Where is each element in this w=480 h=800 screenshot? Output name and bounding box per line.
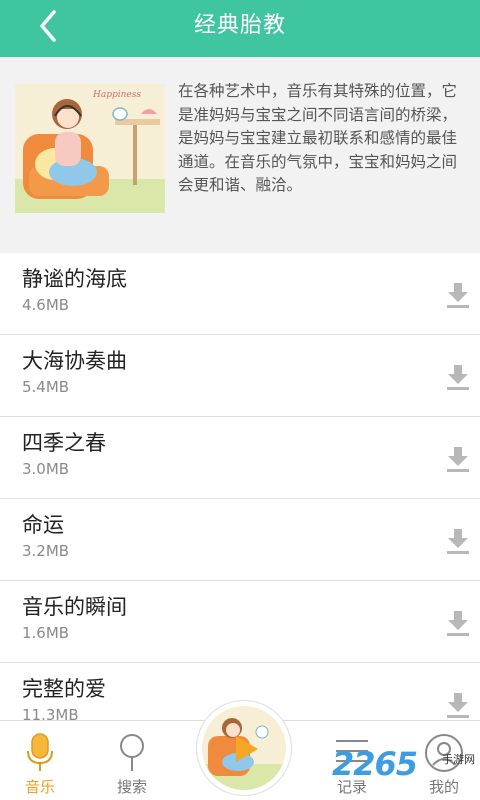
song-title: 大海协奏曲	[22, 349, 127, 373]
song-title: 静谧的海底	[22, 267, 127, 291]
song-list: 静谧的海底 4.6MB 大海协奏曲 5.4MB 四季之春 3.0MB 命运 3.…	[0, 253, 480, 720]
tab-search[interactable]: 搜索	[92, 721, 172, 800]
download-button[interactable]	[447, 283, 469, 309]
tab-label: 记录	[336, 778, 367, 796]
download-icon	[447, 283, 469, 308]
download-button[interactable]	[447, 693, 469, 719]
intro-section: Happiness 在各种艺术中，音乐有其特殊的位置，它是准妈妈与宝宝之间不同语…	[0, 57, 480, 253]
song-title: 四季之春	[22, 431, 106, 455]
search-icon	[120, 734, 144, 771]
download-icon	[447, 529, 469, 554]
play-icon	[236, 736, 258, 762]
list-item[interactable]: 命运 3.2MB	[0, 499, 480, 581]
page-title: 经典胎教	[193, 13, 286, 38]
user-icon	[425, 734, 463, 772]
microphone-icon	[27, 733, 53, 771]
tab-music[interactable]: 音乐	[0, 721, 80, 800]
tab-label: 音乐	[24, 778, 55, 796]
tab-profile[interactable]: 我的	[404, 721, 480, 800]
tab-label: 我的	[428, 778, 459, 796]
song-size: 1.6MB	[22, 624, 70, 642]
download-button[interactable]	[447, 447, 469, 473]
song-title: 音乐的瞬间	[22, 595, 127, 619]
intro-text: 在各种艺术中，音乐有其特殊的位置，它是准妈妈与宝宝之间不同语言间的桥梁，是妈妈与…	[178, 82, 458, 194]
download-button[interactable]	[447, 529, 469, 555]
download-button[interactable]	[447, 611, 469, 637]
download-icon	[447, 611, 469, 636]
illustration-caption: Happiness	[92, 90, 141, 100]
tab-records[interactable]: 记录	[312, 721, 392, 800]
song-size: 11.3MB	[22, 706, 79, 720]
song-size: 4.6MB	[22, 296, 70, 314]
header-bar: 经典胎教	[0, 0, 480, 57]
list-icon	[336, 740, 368, 762]
download-icon	[447, 693, 469, 718]
song-size: 3.0MB	[22, 460, 70, 478]
song-title: 完整的爱	[22, 677, 106, 701]
list-item[interactable]: 大海协奏曲 5.4MB	[0, 335, 480, 417]
download-button[interactable]	[447, 365, 469, 391]
intro-illustration: Happiness	[15, 84, 165, 213]
song-title: 命运	[22, 513, 64, 537]
list-item[interactable]: 四季之春 3.0MB	[0, 417, 480, 499]
tab-label: 搜索	[116, 778, 147, 796]
list-item[interactable]: 音乐的瞬间 1.6MB	[0, 581, 480, 663]
list-item[interactable]: 静谧的海底 4.6MB	[0, 253, 480, 335]
song-size: 5.4MB	[22, 378, 70, 396]
download-icon	[447, 447, 469, 472]
download-icon	[447, 365, 469, 390]
now-playing-button[interactable]	[196, 700, 292, 796]
song-size: 3.2MB	[22, 542, 70, 560]
